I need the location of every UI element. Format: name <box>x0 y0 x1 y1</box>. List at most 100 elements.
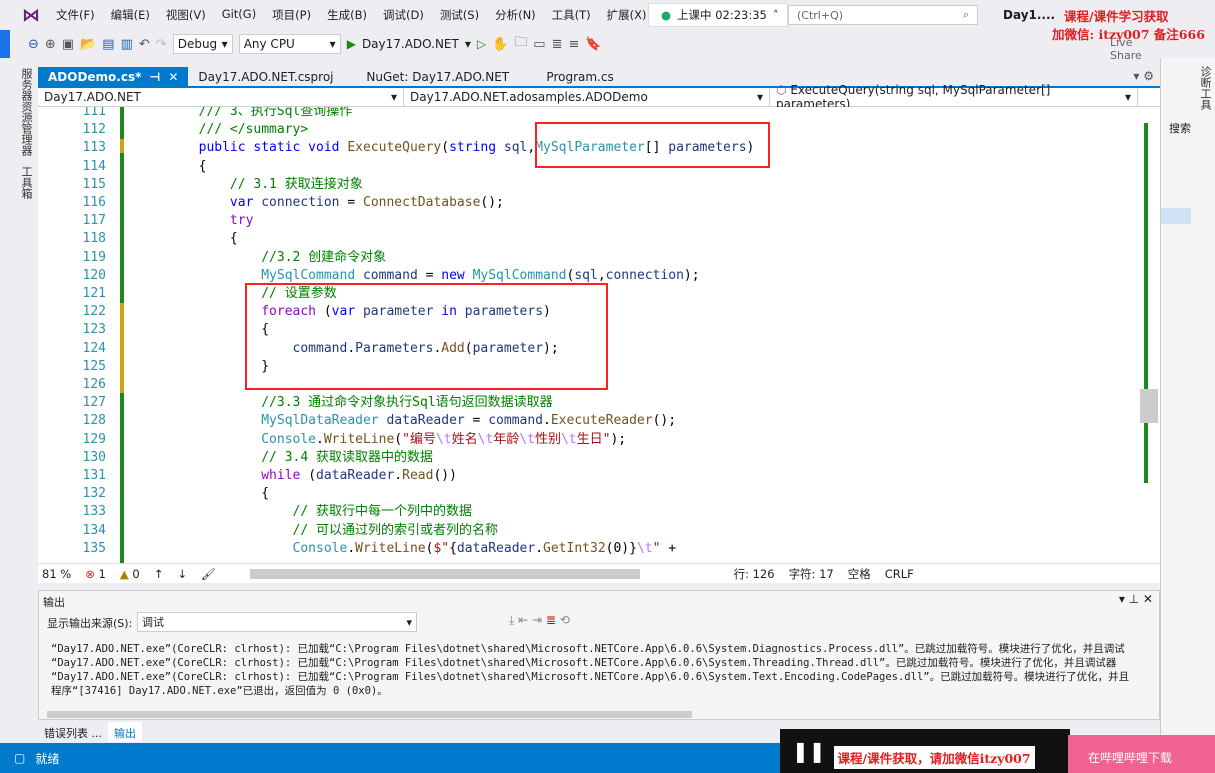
vs-logo-icon: ⋈ <box>22 4 40 26</box>
tab-program[interactable]: Program.cs <box>536 67 623 86</box>
tab-nuget[interactable]: NuGet: Day17.ADO.NET <box>360 67 536 86</box>
line-number: 123 <box>82 322 106 338</box>
uncomment-icon[interactable]: ≡ <box>569 37 580 52</box>
code-text: /// 3、执行Sql查询操作 <box>136 107 353 121</box>
watermark-text: 课程/课件获取，请加微信itzy007 <box>833 746 1035 769</box>
line-number: 135 <box>82 540 106 556</box>
class-timer[interactable]: ● 上课中 02:23:35 ˄ <box>648 3 788 27</box>
forward-icon[interactable]: ⊕ <box>45 37 56 52</box>
config-value: Debug <box>177 37 218 51</box>
menu-item[interactable]: 工具(T) <box>544 7 599 23</box>
code-text: { <box>136 485 269 503</box>
menu-item[interactable]: 编辑(E) <box>103 7 158 23</box>
platform-select[interactable]: Any CPU ▾ <box>238 34 341 54</box>
line-number: 117 <box>82 213 106 229</box>
code-line: 131 while (dataReader.Read()) <box>38 467 1118 485</box>
project-dropdown[interactable]: Day17.ADO.NET ▾ <box>38 88 404 106</box>
back-icon[interactable]: ⊖ <box>28 37 39 52</box>
watermark-text: 课程/课件学习获取 <box>1064 9 1169 24</box>
class-dropdown[interactable]: Day17.ADO.NET.adosamples.ADODemo ▾ <box>404 88 770 106</box>
config-select[interactable]: Debug ▾ <box>172 34 233 54</box>
tab-output[interactable]: 输出 <box>108 722 142 742</box>
code-editor[interactable]: 111 /// 3、执行Sql查询操作 112 /// </summary> 113… <box>38 107 1160 563</box>
hot-reload-icon[interactable]: ✋ <box>492 37 508 52</box>
output-toolbar-icons[interactable]: ⤓ ⇤ ⇥ ≣ ⟲ <box>509 613 570 628</box>
line-number: 122 <box>82 304 106 320</box>
window-icon[interactable]: ▭ <box>533 37 545 52</box>
live-share-button[interactable]: Live Share <box>1110 36 1160 62</box>
menu-item[interactable]: Git(G) <box>214 7 265 23</box>
undo-icon[interactable]: ↶ <box>139 37 150 52</box>
pause-icon[interactable]: ❚❚ <box>792 739 826 763</box>
spaces-indicator[interactable]: 空格 <box>848 566 871 582</box>
start-button[interactable]: Day17.ADO.NET <box>362 37 459 51</box>
line-number: 115 <box>82 176 106 192</box>
code-token: dataReader <box>386 413 465 429</box>
start-without-debug-icon[interactable]: ▷ <box>477 37 486 51</box>
right-search[interactable]: 搜索 <box>1169 120 1191 136</box>
folder-icon[interactable]: 🗀 <box>514 33 527 55</box>
right-tool-strip: 诊断工具 搜索 <box>1160 58 1215 743</box>
bookmark-icon[interactable]: 🔖 <box>585 37 601 52</box>
settings-icon[interactable]: ▾ ⚙ <box>1133 69 1154 83</box>
down-arrow-icon[interactable]: ↓ <box>177 567 187 581</box>
scrollbar-overview[interactable] <box>1144 123 1148 483</box>
eol-indicator[interactable]: CRLF <box>885 567 914 581</box>
menu-item[interactable]: 文件(F) <box>48 7 103 23</box>
code-line: 116 var connection = ConnectDatabase(); <box>38 194 1118 212</box>
save-all-icon[interactable]: ▥ <box>121 37 133 52</box>
code-token: ); <box>683 267 700 283</box>
diagnostics-tab[interactable]: 诊断工具 <box>1197 66 1213 110</box>
close-icon[interactable]: ✕ <box>168 70 178 84</box>
player-overlay[interactable]: ❚❚ 课程/课件获取，请加微信itzy007 <box>780 729 1070 773</box>
warning-count[interactable]: 0 <box>132 567 139 581</box>
panel-controls[interactable]: ▾ ⊥ ✕ <box>1119 592 1153 606</box>
chevron-down-icon: ▾ <box>390 90 397 104</box>
code-token: Console <box>136 540 348 556</box>
highlight-box <box>535 122 770 168</box>
menu-item[interactable]: 扩展(X) <box>599 7 655 23</box>
search-input[interactable]: (Ctrl+Q) ⌕ <box>788 5 978 25</box>
code-token: ()) <box>433 468 457 483</box>
chevron-up-icon[interactable]: ˄ <box>773 8 779 22</box>
pin-icon[interactable]: ⊣ <box>149 70 160 84</box>
method-icon: ⬡ <box>776 83 787 97</box>
server-explorer-tab[interactable]: 服务器资源管理器 <box>18 68 34 156</box>
menu-item[interactable]: 视图(V) <box>158 7 214 23</box>
scrollbar-thumb[interactable] <box>1140 389 1158 423</box>
tab-adodemo[interactable]: ADODemo.cs* ⊣ ✕ <box>38 67 189 86</box>
line-number: 125 <box>82 358 106 374</box>
zoom-level[interactable]: 81 % <box>42 567 71 581</box>
chevron-down-icon[interactable]: ▾ <box>465 37 471 51</box>
menu-item[interactable]: 调试(D) <box>375 7 432 23</box>
code-token: . <box>394 468 403 483</box>
menu-item[interactable]: 生成(B) <box>319 7 375 23</box>
save-icon[interactable]: ▤ <box>102 37 114 52</box>
up-arrow-icon[interactable]: ↑ <box>154 567 164 581</box>
menu-item[interactable]: 项目(P) <box>264 7 319 23</box>
platform-value: Any CPU <box>243 37 295 51</box>
error-count[interactable]: 1 <box>99 567 106 581</box>
start-icon[interactable]: ▶ <box>347 37 356 51</box>
code-token: \t <box>435 431 452 447</box>
code-token: while <box>136 468 309 483</box>
comment-icon[interactable]: ≣ <box>552 37 563 52</box>
tab-csproj[interactable]: Day17.ADO.NET.csproj <box>188 67 360 86</box>
download-banner[interactable]: 在哔哩哔哩下载 <box>1068 735 1215 773</box>
open-icon[interactable]: 📂 <box>80 37 96 52</box>
new-project-icon[interactable]: ▣ <box>62 37 74 52</box>
tab-error-list[interactable]: 错误列表 ... <box>38 722 108 742</box>
menu-item[interactable]: 测试(S) <box>432 7 487 23</box>
output-horizontal-scrollbar[interactable] <box>47 711 692 718</box>
code-text: var connection = ConnectDatabase(); <box>136 194 504 212</box>
member-dropdown[interactable]: ⬡ ExecuteQuery(string sql, MySqlParamete… <box>770 83 1138 111</box>
code-token: 生日" <box>576 431 611 447</box>
dot-icon: ● <box>661 8 672 22</box>
brush-icon[interactable]: 🖌 <box>201 567 216 581</box>
code-token: = <box>417 267 442 283</box>
horizontal-scrollbar[interactable] <box>249 568 640 579</box>
redo-icon[interactable]: ↷ <box>156 37 167 52</box>
output-source-select[interactable]: 调试 ▾ <box>137 612 417 632</box>
menu-item[interactable]: 分析(N) <box>487 7 544 23</box>
toolbox-tab[interactable]: 工具箱 <box>18 166 34 199</box>
